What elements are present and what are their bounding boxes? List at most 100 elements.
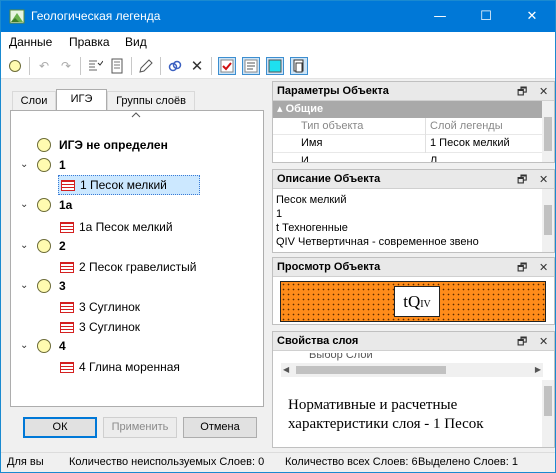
properties-panel-icon[interactable] [289,56,309,76]
maximize-button[interactable]: ☐ [463,1,509,32]
scroll-thumb[interactable] [544,117,552,151]
draw-tool-icon[interactable] [136,56,156,76]
filter-list-icon[interactable] [85,56,105,76]
tree-node-layer[interactable]: 4 Глина моренная [58,358,258,376]
app-icon [9,9,25,24]
float-panel-icon[interactable]: 🗗 [517,333,527,351]
params-scrollbar[interactable] [542,101,554,162]
close-panel-icon[interactable]: ✕ [539,333,548,351]
menu-view[interactable]: Вид [125,35,147,49]
document-icon[interactable] [107,56,127,76]
undo-icon[interactable]: ↶ [34,56,54,76]
toolbar-separator [80,57,81,75]
ige-tree[interactable]: ИГЭ не определен ⌄ 1 1 Песок мелкий ⌄ 1а… [10,110,264,407]
properties-text-line: характеристики слоя - 1 Песок [288,416,484,432]
tree-node-label: ИГЭ не определен [59,138,168,152]
layer-selector-partial[interactable]: Выбор Слой [281,353,543,361]
collapse-icon[interactable]: ▴ [277,103,286,115]
scroll-thumb[interactable] [296,366,446,374]
scroll-left-icon[interactable]: ◀ [283,365,289,374]
description-line: t Техногенные [276,222,348,234]
description-line: 1 [276,208,283,220]
tab-layer-groups[interactable]: Группы слоёв [107,91,195,112]
preview-panel-icon[interactable] [265,56,285,76]
description-line: Песок мелкий [276,194,347,206]
status-total-layers: Количество всех Слоев: 6 [285,456,418,468]
panel-title: Описание Объекта [277,173,381,185]
panel-header: Параметры Объекта 🗗 ✕ [273,82,554,101]
status-bar: Для вы Количество неиспользуемых Слоев: … [1,452,555,472]
description-scrollbar[interactable] [542,189,554,252]
tree-node-layer[interactable]: 3 Суглинок [58,318,258,336]
chevron-down-icon[interactable]: ⌄ [20,280,28,291]
close-panel-icon[interactable]: ✕ [539,171,548,189]
close-panel-icon[interactable]: ✕ [539,83,548,101]
tree-node-layer[interactable]: 1а Песок мелкий [58,218,258,236]
tree-node-ige-3[interactable]: ⌄ 3 [11,278,261,296]
link-icon[interactable] [165,56,185,76]
layer-selector-label: Выбор Слой [309,353,373,361]
property-row[interactable]: Тип объекта Слой легенды [273,118,542,135]
close-window-button[interactable]: ✕ [509,1,555,32]
properties-vscrollbar[interactable] [542,380,554,447]
toolbar: ↶ ↷ ✕ [1,53,555,79]
layer-properties-content[interactable]: Нормативные и расчетные характеристики с… [281,380,543,447]
ige-circle-icon [37,279,51,293]
tree-node-ige-1[interactable]: ⌄ 1 [11,157,261,175]
property-group-header[interactable]: ▴ Общие [273,101,542,118]
tree-node-ige-2[interactable]: ⌄ 2 [11,238,261,256]
tree-node-ige-undefined[interactable]: ИГЭ не определен [11,137,261,155]
chevron-down-icon[interactable]: ⌄ [20,340,28,351]
object-preview-panel: Просмотр Объекта 🗗 ✕ tQIV [272,257,555,325]
status-selected-layers: Выделено Слоев: 1 [418,456,518,468]
toolbar-separator [29,57,30,75]
chevron-down-icon[interactable]: ⌄ [20,199,28,210]
minimize-button[interactable]: — [417,1,463,32]
property-name: Имя [301,137,323,149]
float-panel-icon[interactable]: 🗗 [517,259,527,277]
tree-node-label: 1 Песок мелкий [80,178,167,192]
tab-ige[interactable]: ИГЭ [56,89,107,112]
close-panel-icon[interactable]: ✕ [539,259,548,277]
tree-node-ige-4[interactable]: ⌄ 4 [11,338,261,356]
object-params-panel: Параметры Объекта 🗗 ✕ ▴ Общие Тип объект… [272,81,555,163]
float-panel-icon[interactable]: 🗗 [517,171,527,189]
tree-node-layer[interactable]: 3 Суглинок [58,298,258,316]
float-panel-icon[interactable]: 🗗 [517,83,527,101]
chevron-down-icon[interactable]: ⌄ [20,240,28,251]
scroll-thumb[interactable] [544,386,552,416]
scroll-up-icon[interactable] [131,112,141,118]
chevron-down-icon[interactable]: ⌄ [20,159,28,170]
menu-edit[interactable]: Правка [69,35,110,49]
text-panel-icon[interactable] [241,56,261,76]
layer-properties-panel: Свойства слоя 🗗 ✕ Выбор Слой ◀ ▶ Нормати… [272,331,555,448]
redo-icon[interactable]: ↷ [56,56,76,76]
apply-button[interactable]: Применить [103,417,177,438]
brick-pattern-icon [60,362,74,373]
cancel-button[interactable]: Отмена [183,417,257,438]
property-row-name[interactable]: Имя 1 Песок мелкий [273,135,542,153]
tab-layers[interactable]: Слои [12,91,56,112]
toolbar-separator [160,57,161,75]
scroll-thumb[interactable] [544,205,552,235]
toolbar-separator [211,57,212,75]
symbol-main: tQ [403,292,421,311]
menu-data[interactable]: Данные [9,35,52,49]
ok-button[interactable]: ОК [23,417,97,438]
scroll-right-icon[interactable]: ▶ [535,365,541,374]
group-label: Общие [285,103,324,115]
property-row-partial[interactable]: И Л [273,153,542,162]
tree-node-label: 1а Песок мелкий [79,220,173,234]
tree-node-layer-selected[interactable]: 1 Песок мелкий [58,175,200,195]
delete-icon[interactable]: ✕ [187,56,207,76]
brick-pattern-icon [60,262,74,273]
checkmark-toggle-icon[interactable] [217,56,237,76]
tree-node-layer[interactable]: 2 Песок гравелистый [58,258,258,276]
new-ige-icon[interactable] [5,56,25,76]
title-bar: Геологическая легенда — ☐ ✕ [1,1,555,32]
description-text[interactable]: Песок мелкий 1 t Техногенные QIV Четверт… [276,193,540,249]
properties-hscrollbar[interactable]: ◀ ▶ [281,363,543,377]
symbol-sub: IV [420,299,431,310]
panel-header: Свойства слоя 🗗 ✕ [273,332,554,351]
tree-node-ige-1a[interactable]: ⌄ 1а [11,197,261,215]
